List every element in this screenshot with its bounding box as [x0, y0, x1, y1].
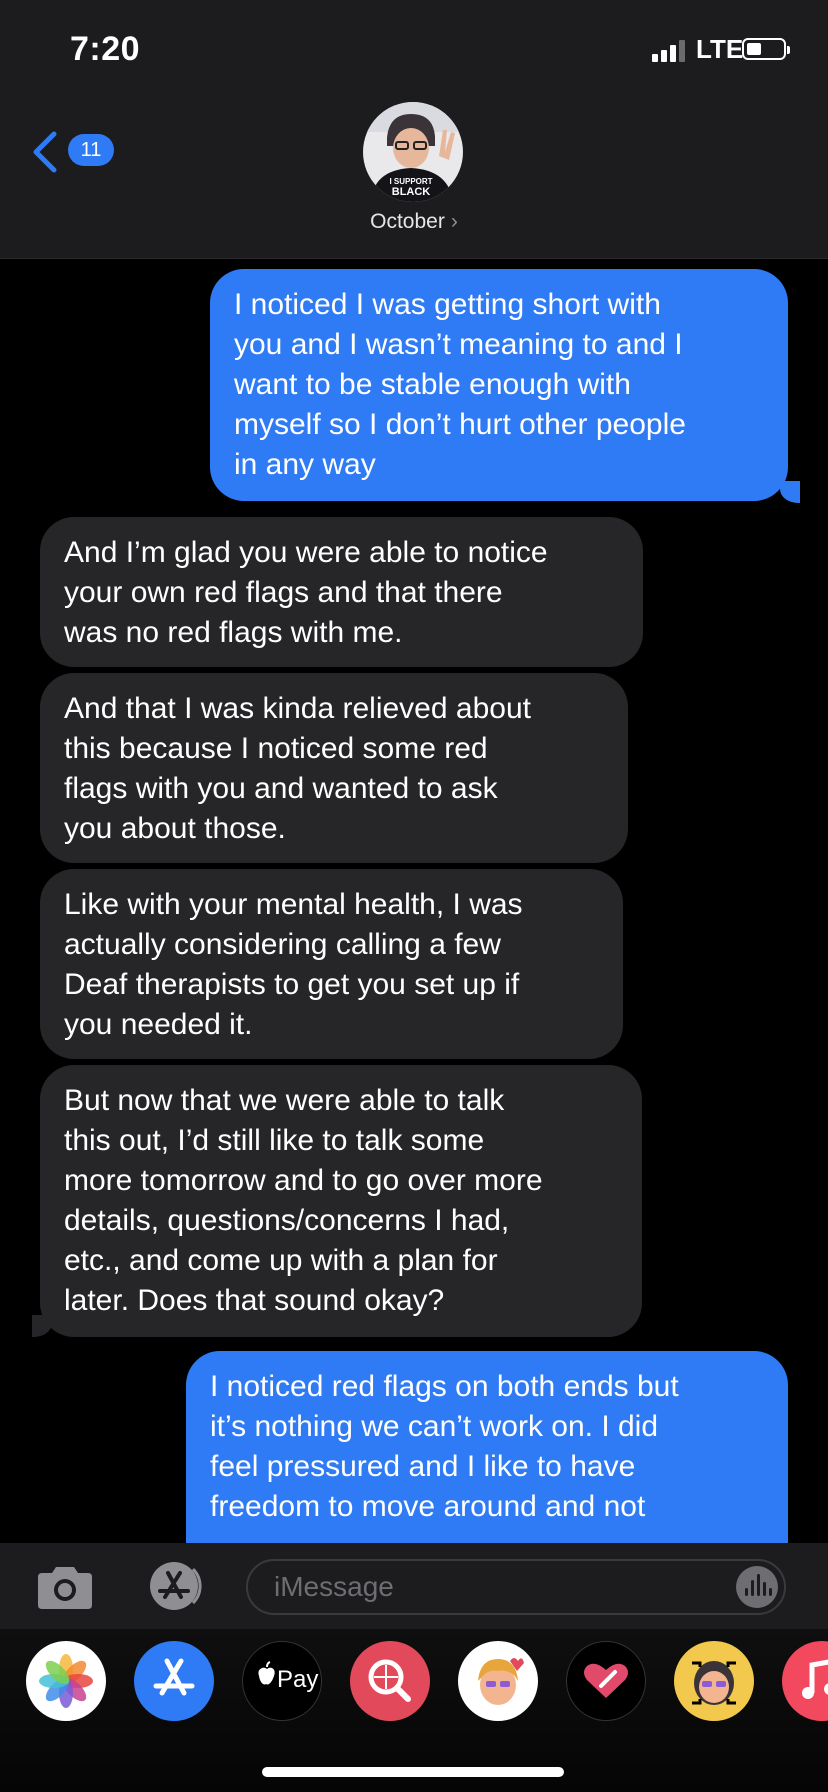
- camera-icon: [38, 1567, 92, 1609]
- message-line: freedom to move around and not: [210, 1490, 646, 1523]
- input-placeholder: iMessage: [274, 1571, 394, 1602]
- back-button[interactable]: 11: [30, 130, 120, 174]
- web-search-app-icon[interactable]: [350, 1641, 430, 1721]
- app-store-icon: [150, 1562, 202, 1610]
- chevron-left-icon: [33, 131, 57, 173]
- home-indicator[interactable]: [262, 1767, 564, 1777]
- camera-button[interactable]: [34, 1565, 96, 1611]
- message-line: Like with your mental health, I was: [64, 888, 523, 921]
- conversation-header: 11 I SUPPORT BLACK October ›: [0, 100, 828, 259]
- apple-pay-label: Pay: [277, 1666, 319, 1693]
- app-store-app-icon[interactable]: [134, 1641, 214, 1721]
- message-line: details, questions/concerns I had,: [64, 1204, 510, 1237]
- incoming-message-bubble[interactable]: And that I was kinda relieved about this…: [40, 673, 628, 863]
- message-line: myself so I don’t hurt other people: [234, 408, 686, 441]
- apple-pay-app-icon[interactable]: Pay: [242, 1641, 322, 1721]
- message-line: I noticed I was getting short with: [234, 288, 661, 321]
- music-app-icon[interactable]: [782, 1641, 828, 1721]
- message-line: And that I was kinda relieved about: [64, 692, 531, 725]
- message-line: you about those.: [64, 812, 286, 845]
- message-line: you needed it.: [64, 1008, 253, 1041]
- message-line: And I’m glad you were able to notice: [64, 536, 548, 569]
- status-time: 7:20: [70, 30, 141, 68]
- message-line: your own red flags and that there: [64, 576, 503, 609]
- contact-name: October: [370, 210, 445, 233]
- network-type: LTE: [696, 34, 744, 64]
- message-line: in any way: [234, 448, 376, 481]
- memoji-stickers-app-icon[interactable]: [458, 1641, 538, 1721]
- battery-icon: [742, 38, 790, 60]
- contact-name-button[interactable]: October ›: [0, 210, 828, 234]
- app-drawer: Pay: [0, 1629, 828, 1792]
- incoming-message-bubble[interactable]: But now that we were able to talk this o…: [40, 1065, 642, 1337]
- signal-strength-icon: [652, 38, 688, 62]
- incoming-message-bubble[interactable]: Like with your mental health, I was actu…: [40, 869, 623, 1059]
- message-line: want to be stable enough with: [234, 368, 631, 401]
- message-line: it’s nothing we can’t work on. I did: [210, 1410, 659, 1443]
- message-line: this out, I’d still like to talk some: [64, 1124, 485, 1157]
- digital-touch-app-icon[interactable]: [566, 1641, 646, 1721]
- message-line: this because I noticed some red: [64, 732, 488, 765]
- svg-text:I SUPPORT: I SUPPORT: [389, 177, 432, 186]
- message-line: you and I wasn’t meaning to and I: [234, 328, 683, 361]
- message-line: etc., and come up with a plan for: [64, 1244, 498, 1277]
- outgoing-message-bubble[interactable]: I noticed I was getting short with you a…: [210, 269, 788, 501]
- audio-message-button[interactable]: [736, 1566, 778, 1608]
- apps-button[interactable]: [138, 1559, 210, 1613]
- chevron-right-icon: ›: [450, 210, 458, 233]
- bubble-tail: [32, 1315, 52, 1337]
- message-line: feel pressured and I like to have: [210, 1450, 636, 1483]
- contact-avatar[interactable]: I SUPPORT BLACK: [363, 102, 463, 202]
- svg-text:BLACK: BLACK: [392, 186, 431, 198]
- message-line: flags with you and wanted to ask: [64, 772, 498, 805]
- message-thread[interactable]: I noticed I was getting short with you a…: [0, 259, 828, 1543]
- status-bar: 7:20 LTE: [0, 0, 828, 100]
- message-composer: iMessage: [0, 1543, 828, 1629]
- animoji-app-icon[interactable]: [674, 1641, 754, 1721]
- message-line: But now that we were able to talk: [64, 1084, 505, 1117]
- message-line: actually considering calling a few: [64, 928, 501, 961]
- imessage-input[interactable]: iMessage: [246, 1559, 786, 1615]
- message-line: later. Does that sound okay?: [64, 1284, 445, 1317]
- photos-app-icon[interactable]: [26, 1641, 106, 1721]
- unread-count-badge: 11: [68, 134, 114, 166]
- contact-photo-icon: I SUPPORT BLACK: [363, 102, 463, 202]
- bubble-tail: [780, 481, 800, 503]
- message-line: Deaf therapists to get you set up if: [64, 968, 520, 1001]
- outgoing-message-bubble[interactable]: I noticed red flags on both ends but it’…: [186, 1351, 788, 1543]
- message-line: was no red flags with me.: [64, 616, 403, 649]
- message-line: more tomorrow and to go over more: [64, 1164, 543, 1197]
- message-line: I noticed red flags on both ends but: [210, 1370, 679, 1403]
- incoming-message-bubble[interactable]: And I’m glad you were able to notice you…: [40, 517, 643, 667]
